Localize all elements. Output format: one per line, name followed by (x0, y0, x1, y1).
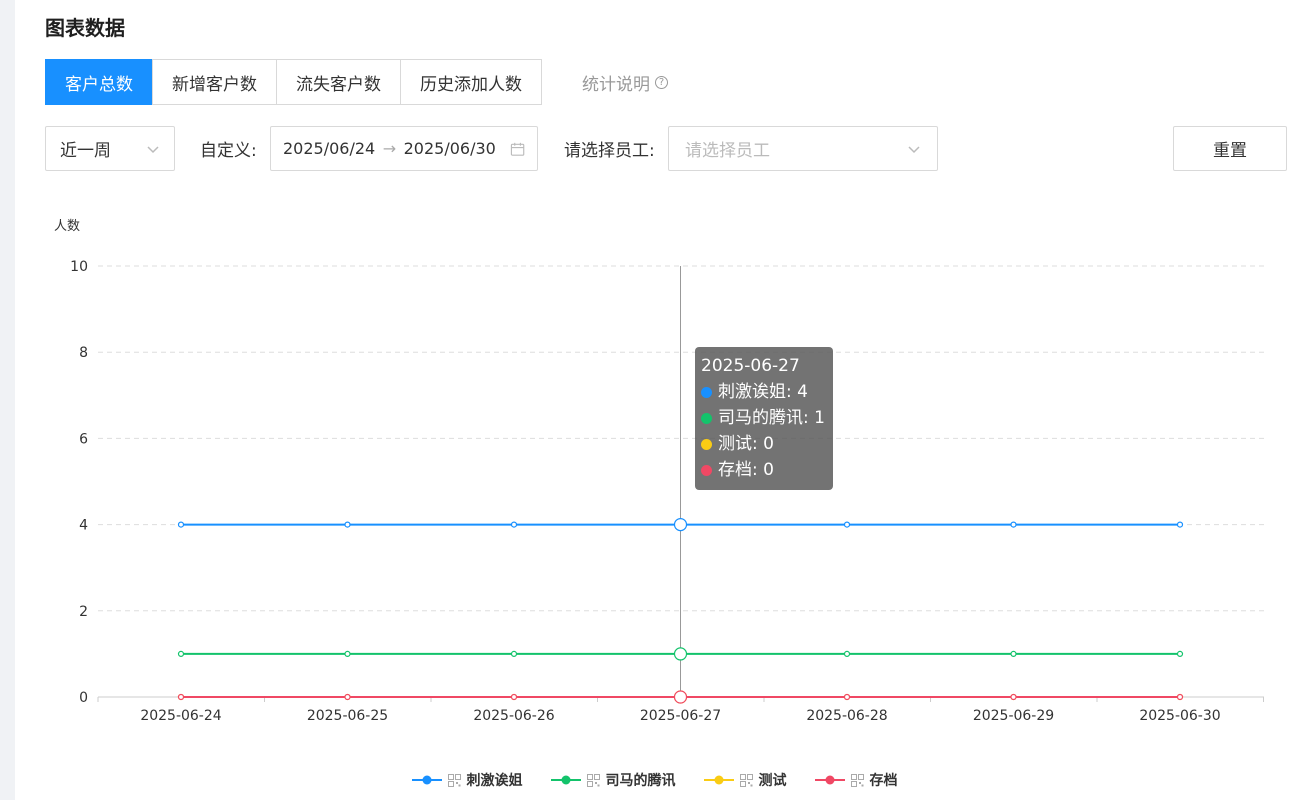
period-select[interactable]: 近一周 (45, 126, 175, 171)
y-tick-label: 10 (70, 259, 88, 275)
data-point (1176, 521, 1184, 528)
data-point (177, 693, 185, 701)
series-dot (701, 438, 712, 450)
period-value: 近一周 (60, 141, 111, 161)
metric-tabs: 客户总数 新增客户数 流失客户数 历史添加人数 (45, 59, 542, 105)
data-point (1010, 693, 1017, 701)
line-chart: 人数 0 2 4 6 8 10 2025-06-24 2025-06-25 2025-06-26 2… (54, 219, 1264, 724)
legend-item[interactable]: 测试 (703, 770, 787, 790)
legend-label: 测试 (758, 773, 787, 789)
legend-swatch (703, 775, 734, 785)
calendar-icon (510, 142, 525, 156)
stat-note-link[interactable]: 统计说明 ? (582, 59, 668, 105)
staff-select[interactable]: 请选择员工 (668, 126, 938, 171)
y-tick-label: 0 (79, 690, 88, 706)
data-point (843, 521, 851, 528)
data-point (177, 521, 185, 528)
date-range-picker[interactable]: 2025/06/24 → 2025/06/30 (270, 126, 538, 171)
chart-tooltip: 2025-06-27 刺激诶姐: 4 司马的腾讯: 1 测试: 0 存档: 0 (695, 347, 833, 490)
data-point (673, 647, 688, 661)
data-point (510, 693, 518, 701)
legend-swatch (550, 775, 581, 785)
tooltip-row: 存档: 0 (701, 457, 827, 483)
data-point (344, 650, 351, 657)
tab-lost-customers[interactable]: 流失客户数 (276, 59, 401, 105)
qr-code-icon (850, 773, 864, 787)
chart-legend: 刺激诶姐 司马的腾讯 测试 存档 (15, 770, 1294, 790)
tooltip-row-text: 测试: 0 (718, 434, 774, 454)
data-point (510, 521, 518, 528)
tab-history-added[interactable]: 历史添加人数 (400, 59, 542, 105)
y-axis-label: 人数 (54, 219, 80, 234)
start-date[interactable]: 2025/06/24 (283, 139, 375, 158)
reset-button[interactable]: 重置 (1173, 126, 1287, 171)
tooltip-row-text: 刺激诶姐: 4 (718, 382, 808, 402)
series-dot (701, 386, 712, 398)
staff-placeholder: 请选择员工 (685, 141, 770, 161)
data-point (1010, 650, 1017, 657)
qr-code-icon (739, 773, 753, 787)
y-tick-label: 4 (79, 518, 88, 534)
qr-code-icon (586, 773, 600, 787)
legend-item[interactable]: 司马的腾讯 (550, 770, 676, 790)
data-point (843, 693, 851, 701)
x-tick-label: 2025-06-24 (140, 708, 221, 724)
x-tick-label: 2025-06-30 (1139, 708, 1220, 724)
y-tick-label: 8 (79, 345, 88, 361)
custom-range-label: 自定义: (200, 141, 257, 161)
legend-swatch (411, 775, 442, 785)
data-point (843, 650, 851, 657)
legend-swatch (814, 775, 845, 785)
x-tick-label: 2025-06-26 (473, 708, 554, 724)
tooltip-row: 刺激诶姐: 4 (701, 379, 827, 405)
x-tick-label: 2025-06-27 (640, 708, 721, 724)
data-point (1010, 521, 1017, 528)
tooltip-row: 司马的腾讯: 1 (701, 405, 827, 431)
legend-item[interactable]: 存档 (814, 770, 898, 790)
chart-panel: 图表数据 客户总数 新增客户数 流失客户数 历史添加人数 统计说明 ? 近一周 … (15, 0, 1294, 800)
tab-total-customers[interactable]: 客户总数 (45, 59, 153, 105)
x-tick-label: 2025-06-29 (973, 708, 1054, 724)
chevron-down-icon (147, 145, 159, 153)
legend-item[interactable]: 刺激诶姐 (411, 770, 523, 790)
data-point (1176, 650, 1184, 657)
x-tick-label: 2025-06-25 (307, 708, 388, 724)
x-tick-label: 2025-06-28 (806, 708, 887, 724)
staff-label: 请选择员工: (564, 141, 655, 161)
data-point (673, 690, 688, 704)
data-point (344, 693, 351, 701)
y-tick-label: 2 (79, 604, 88, 620)
tooltip-row: 测试: 0 (701, 431, 827, 457)
legend-label: 刺激诶姐 (466, 773, 523, 789)
qr-code-icon (447, 773, 461, 787)
tab-new-customers[interactable]: 新增客户数 (152, 59, 277, 105)
data-point (510, 650, 518, 657)
tooltip-row-text: 司马的腾讯: 1 (718, 408, 825, 428)
series-dot (701, 464, 712, 476)
tooltip-title: 2025-06-27 (701, 356, 800, 376)
data-point (344, 521, 351, 528)
chevron-down-icon (908, 145, 920, 153)
data-point (177, 650, 185, 657)
tooltip-row-text: 存档: 0 (718, 460, 774, 480)
legend-label: 司马的腾讯 (605, 773, 676, 789)
stat-note-label: 统计说明 (582, 74, 650, 95)
end-date[interactable]: 2025/06/30 (404, 139, 496, 158)
range-separator: → (382, 139, 397, 158)
data-point (673, 518, 688, 532)
question-icon: ? (655, 75, 668, 89)
data-point (1176, 693, 1184, 701)
legend-label: 存档 (869, 773, 898, 789)
y-tick-label: 6 (79, 431, 88, 447)
page-title: 图表数据 (45, 16, 125, 40)
series-dot (701, 412, 712, 424)
